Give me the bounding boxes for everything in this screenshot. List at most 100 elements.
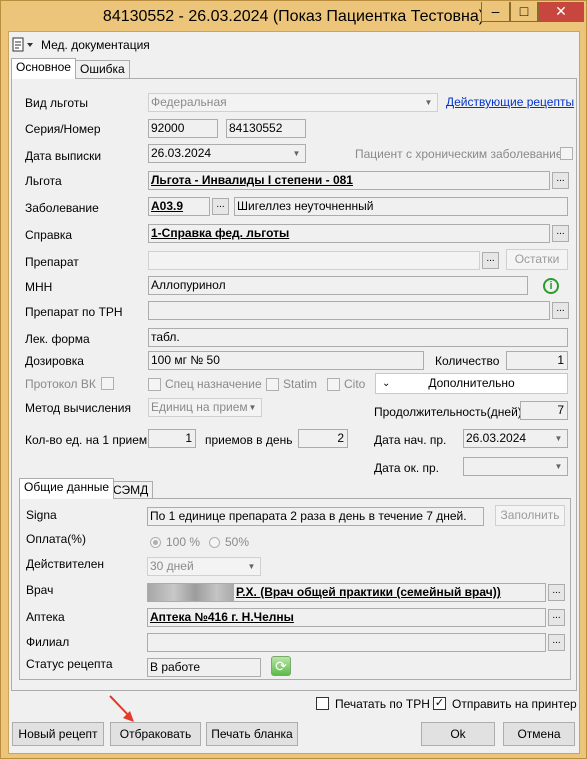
- tab-main[interactable]: Основное: [11, 58, 76, 79]
- chevron-down-icon: ▼: [248, 403, 257, 412]
- maximize-button[interactable]: □: [510, 2, 538, 22]
- refresh-icon[interactable]: ⟳: [271, 656, 291, 676]
- pharmacy-label: Аптека: [26, 610, 65, 624]
- special-checkbox[interactable]: [148, 378, 161, 391]
- branch-browse-button[interactable]: ...: [548, 634, 565, 651]
- form-label: Лек. форма: [25, 332, 90, 346]
- active-recipes-link[interactable]: Действующие рецепты: [446, 95, 574, 109]
- special-label: Спец назначение: [165, 377, 262, 391]
- statim-checkbox[interactable]: [266, 378, 279, 391]
- chronic-checkbox[interactable]: [560, 147, 573, 160]
- end-date-label: Дата ок. пр.: [374, 461, 440, 475]
- chronic-label: Пациент с хроническим заболеванием: [355, 147, 571, 161]
- calc-method-label: Метод вычисления: [25, 401, 131, 415]
- additional-button[interactable]: ⌄ Дополнительно: [375, 373, 568, 394]
- drug-browse-button[interactable]: ...: [482, 252, 499, 269]
- med-docs-menu[interactable]: Мед. документация: [41, 38, 150, 52]
- end-date-field[interactable]: ▼: [463, 457, 568, 476]
- document-icon: [12, 37, 33, 52]
- disease-browse-button[interactable]: ...: [212, 198, 229, 215]
- start-date-label: Дата нач. пр.: [374, 433, 447, 447]
- units-per-dose-field[interactable]: 1: [148, 429, 196, 448]
- duration-label: Продолжительность(дней): [374, 405, 522, 419]
- quantity-label: Количество: [435, 354, 500, 368]
- disease-code-field[interactable]: A03.9: [148, 197, 210, 216]
- chevron-down-icon: ▼: [554, 434, 563, 443]
- dialog-window: 84130552 - 26.03.2024 (Показ Пациентка Т…: [0, 0, 587, 759]
- status-field: В работе: [147, 658, 261, 677]
- pharmacy-browse-button[interactable]: ...: [548, 609, 565, 626]
- tab-general-data[interactable]: Общие данные: [19, 478, 115, 499]
- general-data-panel: Signa По 1 единице препарата 2 раза в де…: [19, 498, 571, 680]
- dosage-label: Дозировка: [25, 354, 84, 368]
- doctor-label: Врач: [26, 583, 54, 597]
- cancel-button[interactable]: Отмена: [503, 722, 575, 746]
- branch-field[interactable]: [147, 633, 546, 652]
- dialog-client: Мед. документация Основное Ошибка Вид ль…: [8, 31, 580, 754]
- doc-menu-button[interactable]: [12, 37, 38, 53]
- chevron-down-icon: ▼: [247, 562, 256, 571]
- chevron-down-icon: ▼: [292, 149, 301, 158]
- benefit-type-select[interactable]: Федеральная ▼: [148, 93, 438, 112]
- statim-label: Statim: [283, 377, 318, 391]
- doctor-browse-button[interactable]: ...: [548, 584, 565, 601]
- drug-field[interactable]: [148, 251, 480, 270]
- payment-50-label: 50%: [225, 535, 250, 549]
- benefit-field[interactable]: Льгота - Инвалиды I степени - 081: [148, 171, 550, 190]
- issue-date-field[interactable]: 26.03.2024 ▼: [148, 144, 306, 163]
- signa-field[interactable]: По 1 единице препарата 2 раза в день в т…: [147, 507, 484, 526]
- chevron-down-icon: ▼: [554, 462, 563, 471]
- pharmacy-field[interactable]: Аптека №416 г. Н.Челны: [147, 608, 546, 627]
- vk-protocol-checkbox[interactable]: [101, 377, 114, 390]
- calc-method-select[interactable]: Единиц на прием ▼: [148, 398, 262, 417]
- cito-checkbox[interactable]: [327, 378, 340, 391]
- tab-error[interactable]: Ошибка: [75, 60, 130, 79]
- valid-select[interactable]: 30 дней ▼: [147, 557, 261, 576]
- new-recipe-button[interactable]: Новый рецепт: [12, 722, 104, 746]
- annotation-arrow-icon: [109, 695, 134, 722]
- valid-label: Действителен: [26, 557, 105, 571]
- duration-field[interactable]: 7: [520, 401, 568, 420]
- certificate-browse-button[interactable]: ...: [552, 225, 569, 242]
- print-trn-label: Печатать по ТРН: [335, 697, 430, 711]
- trn-drug-label: Препарат по ТРН: [25, 305, 123, 319]
- print-form-button[interactable]: Печать бланка: [206, 722, 298, 746]
- payment-100-label: 100 %: [166, 535, 201, 549]
- close-icon: ✕: [555, 3, 567, 19]
- trn-drug-browse-button[interactable]: ...: [552, 302, 569, 319]
- maximize-icon: □: [519, 3, 529, 19]
- send-printer-label: Отправить на принтер: [452, 697, 577, 711]
- disease-label: Заболевание: [25, 201, 99, 215]
- chevron-down-icon: ▼: [424, 98, 433, 107]
- units-per-dose-label: Кол-во ед. на 1 прием: [25, 433, 148, 447]
- dosage-field: 100 мг № 50: [148, 351, 424, 370]
- ok-button[interactable]: Ok: [421, 722, 495, 746]
- series-number-label: Серия/Номер: [25, 122, 101, 136]
- benefit-browse-button[interactable]: ...: [552, 172, 569, 189]
- inn-label: МНН: [25, 280, 53, 294]
- quantity-field[interactable]: 1: [506, 351, 568, 370]
- close-button[interactable]: ✕: [538, 2, 584, 22]
- issue-date-label: Дата выписки: [25, 149, 102, 163]
- payment-label: Оплата(%): [26, 532, 86, 546]
- remainders-button[interactable]: Остатки: [506, 249, 568, 270]
- start-date-field[interactable]: 26.03.2024 ▼: [463, 429, 568, 448]
- main-tab-panel: Вид льготы Федеральная ▼ Действующие реце…: [11, 78, 577, 691]
- print-trn-checkbox[interactable]: [316, 697, 329, 710]
- doctor-name-redacted: [148, 584, 234, 601]
- vk-protocol-label: Протокол ВК: [25, 377, 96, 391]
- payment-100-radio[interactable]: [150, 537, 161, 548]
- series-field[interactable]: 92000: [148, 119, 218, 138]
- send-printer-checkbox[interactable]: ✓: [433, 697, 446, 710]
- payment-50-radio[interactable]: [209, 537, 220, 548]
- status-label: Статус рецепта: [26, 657, 113, 671]
- fill-button[interactable]: Заполнить: [495, 505, 565, 526]
- minimize-icon: –: [491, 3, 500, 19]
- minimize-button[interactable]: –: [481, 2, 510, 22]
- doses-per-day-field[interactable]: 2: [298, 429, 348, 448]
- info-icon[interactable]: i: [543, 278, 559, 294]
- certificate-field[interactable]: 1-Справка фед. льготы: [148, 224, 550, 243]
- form-field: табл.: [148, 328, 568, 347]
- number-field[interactable]: 84130552: [226, 119, 306, 138]
- trn-drug-field[interactable]: [148, 301, 550, 320]
